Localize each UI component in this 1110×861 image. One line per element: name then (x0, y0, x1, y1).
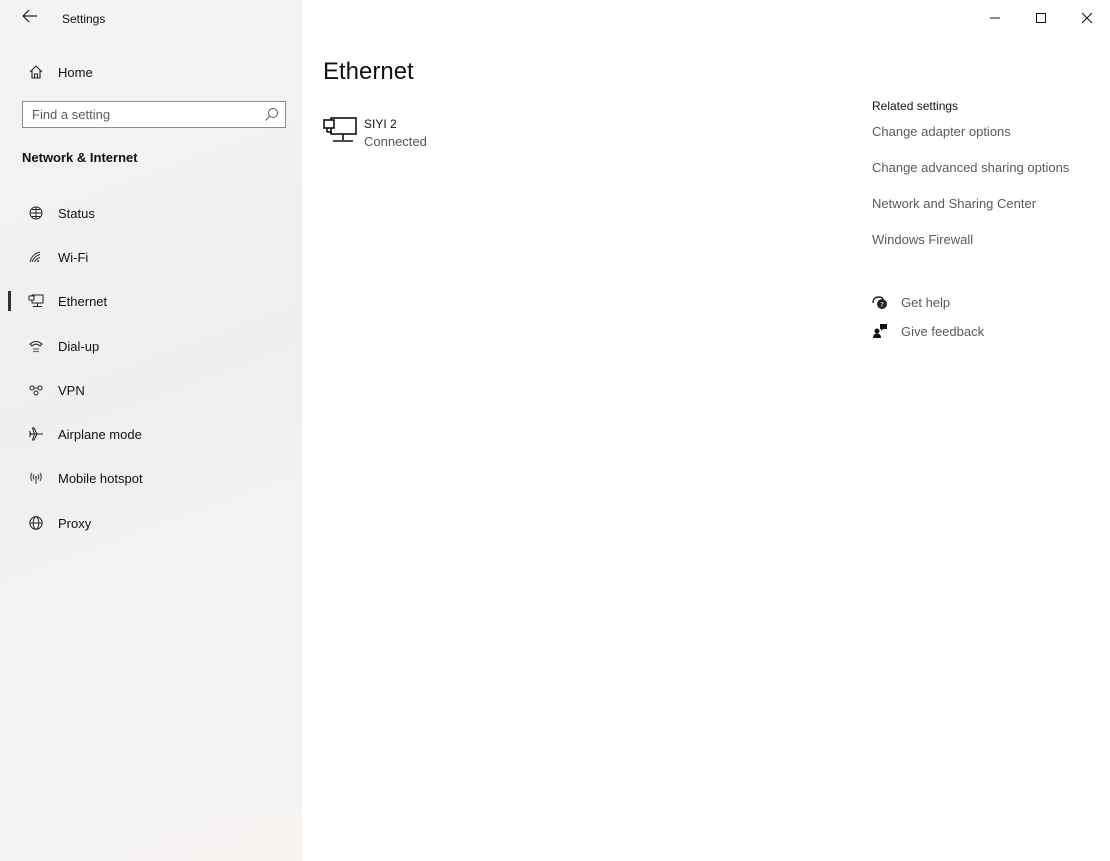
globe-status-icon (28, 205, 44, 221)
selected-indicator (8, 291, 11, 311)
sidebar-item-vpn[interactable]: VPN (28, 380, 85, 400)
change-sharing-options-link[interactable]: Change advanced sharing options (872, 160, 1069, 175)
sidebar-item-label: Proxy (58, 515, 92, 531)
help-chat-icon: ? (872, 294, 888, 310)
minimize-icon (990, 17, 1000, 19)
device-name: SIYI 2 (364, 117, 397, 131)
window-title: Settings (62, 12, 106, 26)
get-help-link[interactable]: ? Get help (872, 293, 950, 311)
section-heading: Network & Internet (22, 150, 138, 165)
sidebar-item-label: Wi-Fi (58, 249, 89, 265)
hotspot-icon (28, 470, 44, 486)
sidebar-item-label: Status (58, 205, 95, 221)
sidebar-item-label: VPN (58, 382, 85, 398)
network-sharing-center-link[interactable]: Network and Sharing Center (872, 196, 1036, 211)
ethernet-icon (28, 293, 44, 309)
nav-home[interactable]: Home (28, 62, 93, 82)
globe-icon (28, 515, 44, 531)
sidebar-item-label: Mobile hotspot (58, 470, 143, 486)
ethernet-monitor-icon (323, 116, 357, 146)
svg-text:?: ? (880, 301, 884, 309)
change-adapter-options-link[interactable]: Change adapter options (872, 124, 1011, 139)
search-icon[interactable] (264, 107, 279, 122)
nav-home-label: Home (58, 64, 93, 80)
maximize-button[interactable] (1018, 0, 1064, 36)
related-settings-title: Related settings (872, 99, 959, 113)
give-feedback-link[interactable]: Give feedback (872, 322, 984, 340)
vpn-icon (28, 382, 44, 398)
windows-firewall-link[interactable]: Windows Firewall (872, 232, 973, 247)
close-button[interactable] (1064, 0, 1110, 36)
device-status: Connected (364, 134, 427, 149)
page-title: Ethernet (323, 58, 414, 85)
maximize-icon (1036, 13, 1046, 23)
get-help-label: Get help (901, 294, 951, 310)
sidebar-item-label: Airplane mode (58, 426, 142, 442)
sidebar-item-hotspot[interactable]: Mobile hotspot (28, 468, 143, 488)
search-input[interactable] (32, 102, 252, 127)
sidebar-item-ethernet[interactable]: Ethernet (28, 291, 107, 311)
sidebar-item-label: Ethernet (58, 293, 108, 309)
back-arrow-icon[interactable] (22, 9, 40, 25)
sidebar-item-airplane[interactable]: Airplane mode (28, 424, 142, 444)
minimize-button[interactable] (972, 0, 1018, 36)
wifi-icon (28, 249, 44, 265)
give-feedback-label: Give feedback (901, 323, 985, 339)
home-icon (28, 64, 44, 80)
close-icon (1081, 12, 1093, 24)
sidebar-item-label: Dial-up (58, 338, 100, 354)
window-controls (972, 0, 1110, 36)
sidebar-item-dialup[interactable]: Dial-up (28, 336, 99, 356)
sidebar-item-status[interactable]: Status (28, 203, 95, 223)
airplane-icon (28, 426, 44, 442)
dialup-icon (28, 338, 44, 354)
feedback-person-icon (872, 323, 888, 339)
search-box[interactable] (22, 101, 286, 128)
sidebar-item-wifi[interactable]: Wi-Fi (28, 247, 88, 267)
sidebar-item-proxy[interactable]: Proxy (28, 513, 91, 533)
